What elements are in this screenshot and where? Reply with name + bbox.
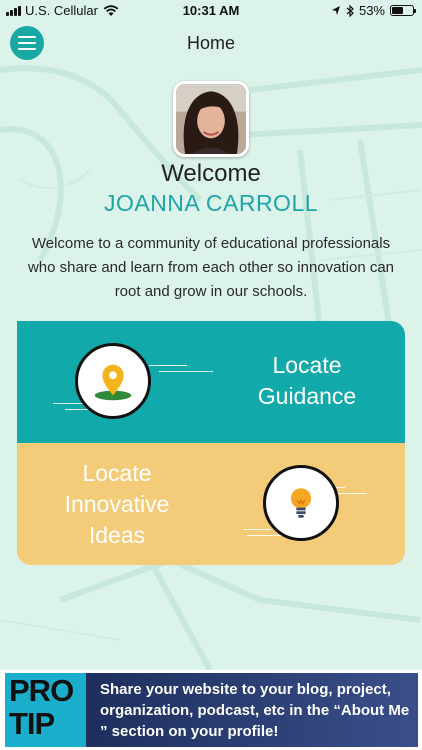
pro-tip-badge: PRO TIP <box>5 673 86 747</box>
locate-ideas-card[interactable]: Locate Innovative Ideas <box>17 443 405 565</box>
battery-percent: 53% <box>358 3 385 18</box>
status-bar: U.S. Cellular 10:31 AM 53% <box>0 0 422 22</box>
map-pin-icon <box>75 343 151 419</box>
lightbulb-icon <box>263 465 339 541</box>
battery-fill <box>392 7 403 14</box>
pro-tip-banner[interactable]: PRO TIP Share your website to your blog,… <box>0 670 422 750</box>
avatar[interactable] <box>173 81 249 157</box>
intro-text: Welcome to a community of educational pr… <box>27 235 395 300</box>
battery-icon <box>390 5 416 16</box>
location-arrow-icon <box>331 6 340 15</box>
bluetooth-icon <box>346 4 354 17</box>
card-group: Locate Guidance Locate Innovative Ideas <box>17 321 405 565</box>
user-name: JOANNA CARROLL <box>103 190 319 216</box>
welcome-heading: Welcome <box>161 160 261 187</box>
page-title: Home <box>186 33 235 53</box>
locate-guidance-label: Locate Guidance <box>257 352 357 409</box>
locate-ideas-label: Locate Innovative Ideas <box>64 460 170 548</box>
pro-tip-text: Share your website to your blog, project… <box>86 673 418 747</box>
status-right: 53% <box>331 3 416 18</box>
locate-guidance-card[interactable]: Locate Guidance <box>17 321 405 443</box>
banner-content: PRO TIP Share your website to your blog,… <box>5 673 418 747</box>
